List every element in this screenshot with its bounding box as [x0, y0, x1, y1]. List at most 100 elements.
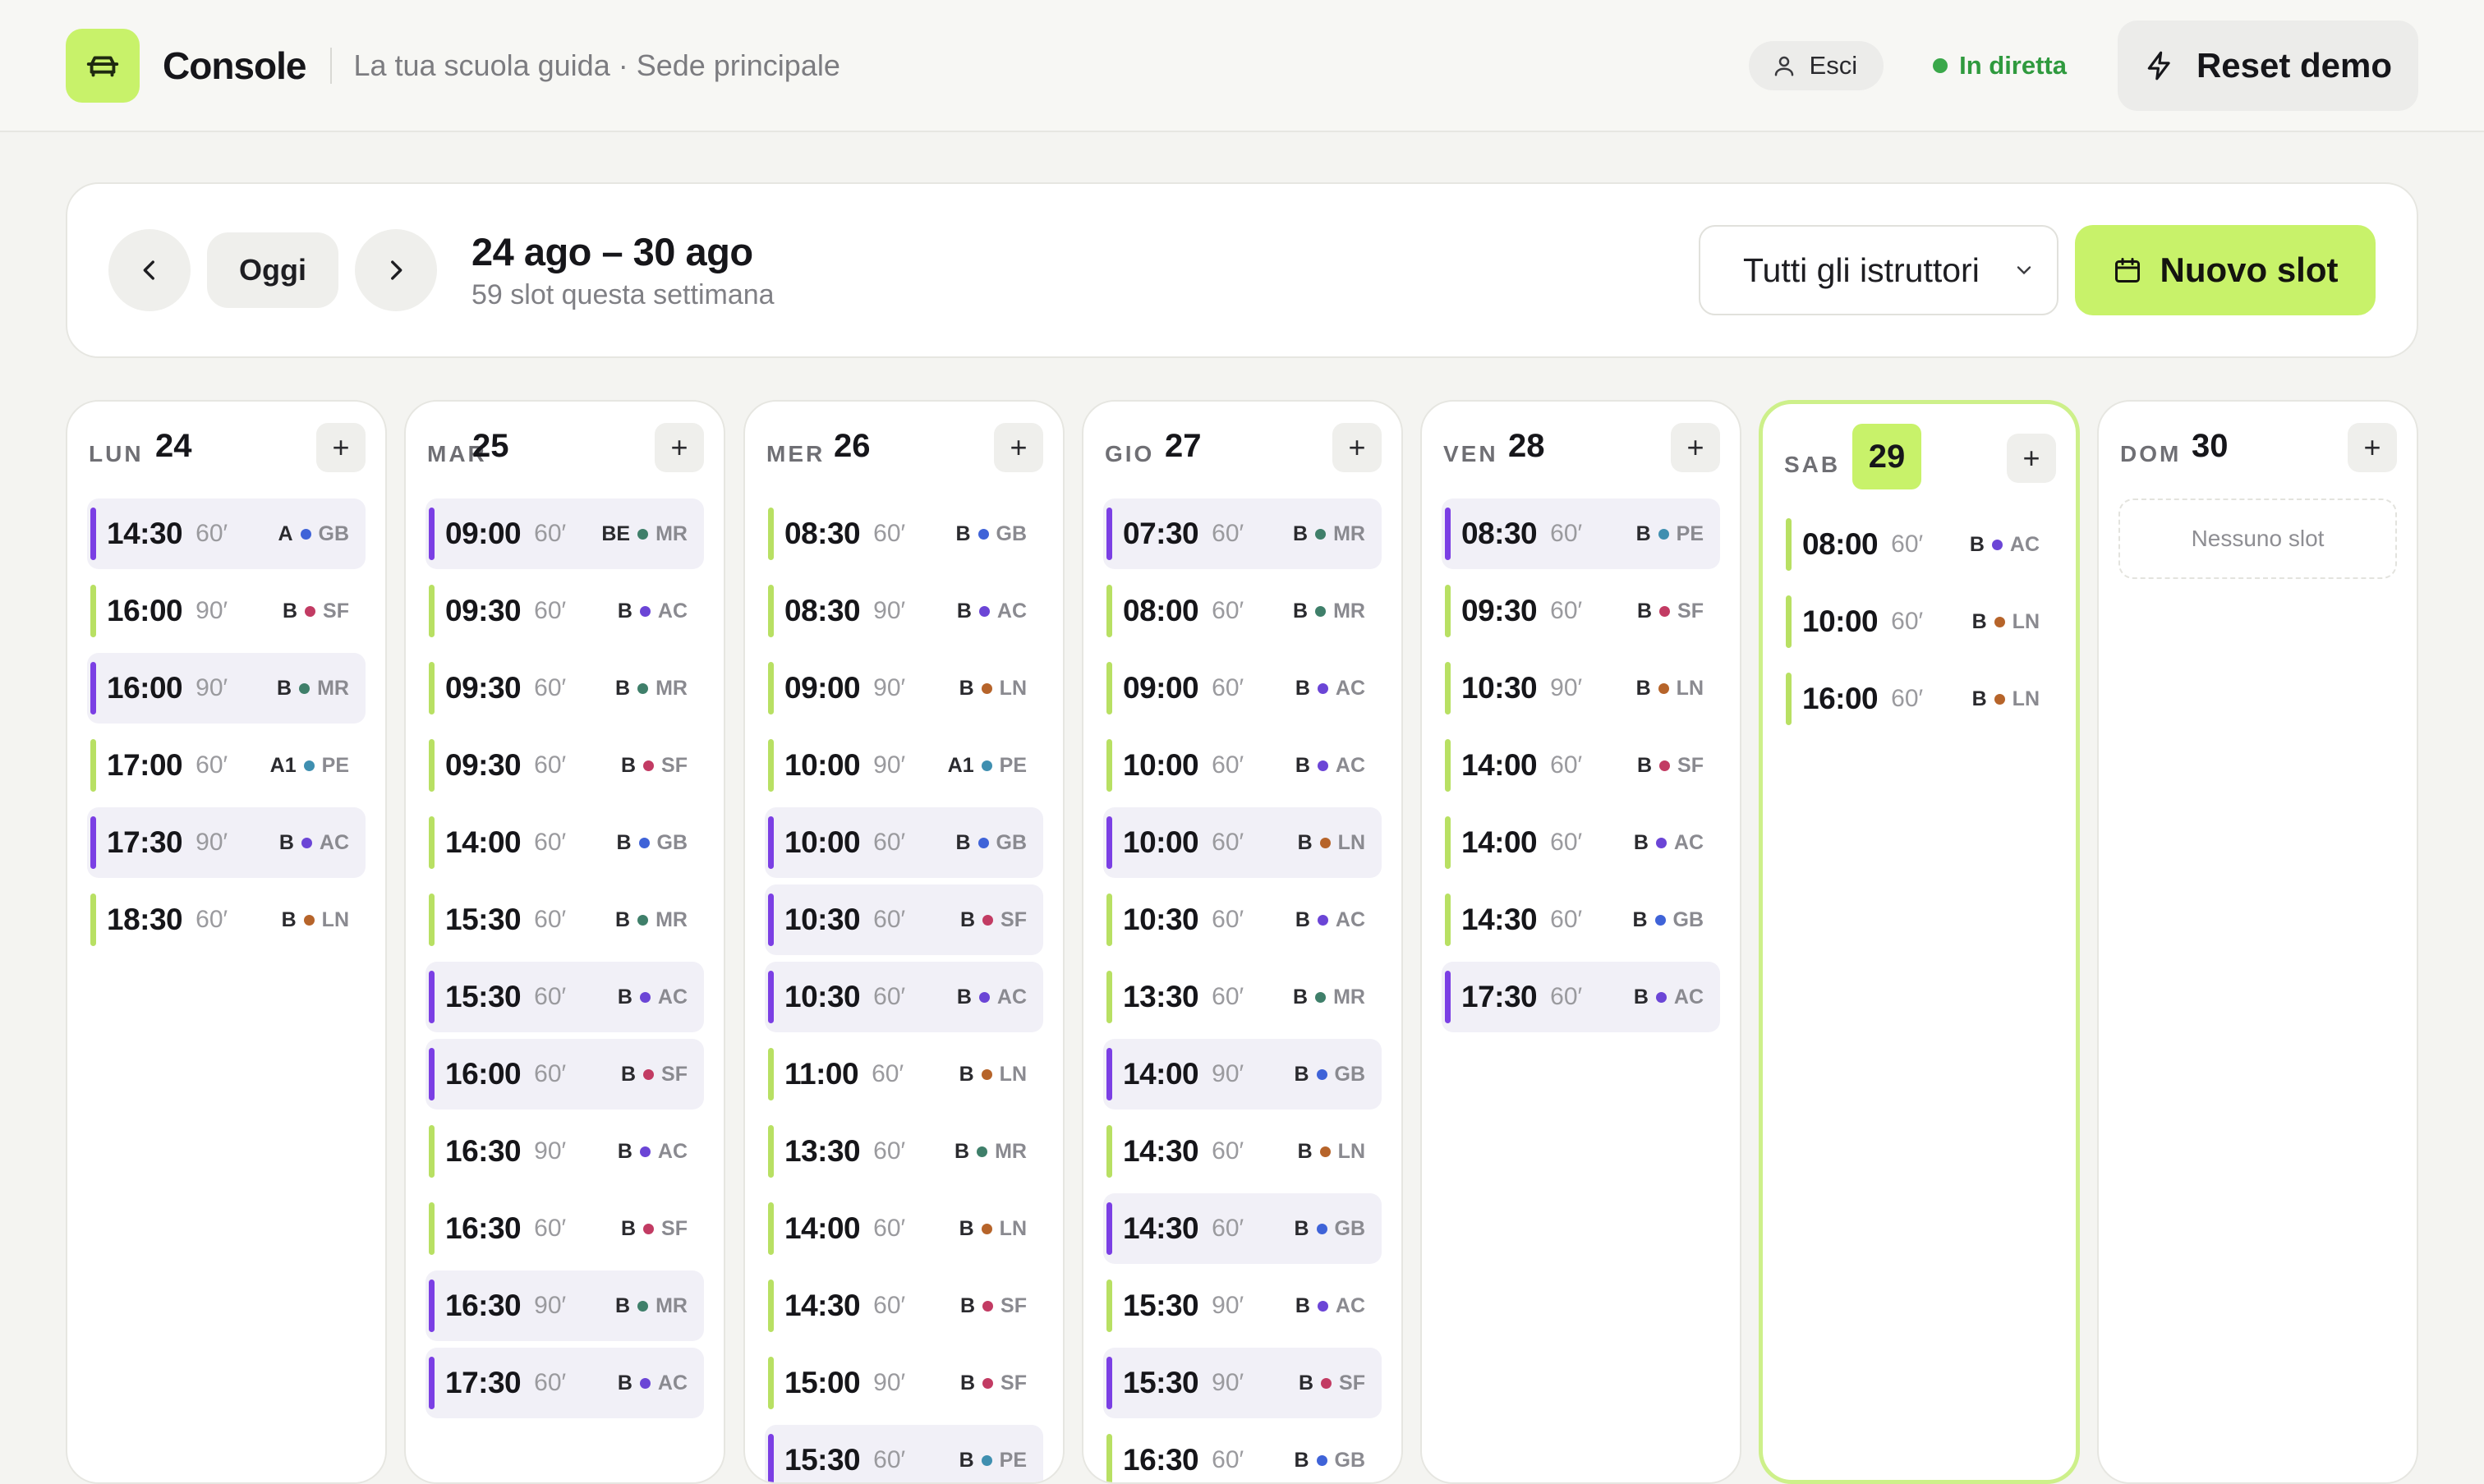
free-slot[interactable]: 08:00 60′ B AC	[1782, 509, 2056, 580]
slot-time: 10:00	[1802, 604, 1879, 638]
free-slot[interactable]: 10:30 60′ B AC	[1103, 884, 1382, 955]
booked-slot[interactable]: 09:00 60′ BE MR	[426, 498, 704, 569]
license-category: B	[1294, 1216, 1309, 1240]
booked-slot[interactable]: 15:30 60′ B AC	[426, 962, 704, 1032]
day-name: SAB	[1784, 452, 1841, 477]
instructor-initials: AC	[657, 1371, 688, 1394]
free-slot[interactable]: 09:30 60′ B AC	[426, 576, 704, 646]
instructor-initials: AC	[657, 599, 688, 623]
free-slot[interactable]: 08:30 90′ B AC	[765, 576, 1043, 646]
booked-slot[interactable]: 16:00 90′ B MR	[87, 653, 366, 724]
booked-slot[interactable]: 16:30 90′ B MR	[426, 1270, 704, 1341]
instructor-dot-icon	[299, 682, 310, 694]
add-slot-button[interactable]: +	[316, 423, 366, 472]
prev-week-button[interactable]	[108, 229, 191, 311]
free-slot[interactable]: 14:00 60′ B AC	[1442, 807, 1720, 878]
free-slot[interactable]: 09:30 60′ B SF	[426, 730, 704, 801]
add-slot-button[interactable]: +	[655, 423, 704, 472]
booked-slot[interactable]: 15:30 60′ B PE	[765, 1425, 1043, 1482]
slot-status-bar	[429, 662, 435, 714]
instructor-initials: SF	[1000, 1293, 1027, 1317]
instructor-initials: PE	[1676, 521, 1704, 545]
slot-time: 16:00	[107, 594, 183, 627]
booked-slot[interactable]: 15:30 90′ B SF	[1103, 1348, 1382, 1418]
license-category: B	[959, 907, 976, 931]
free-slot[interactable]: 13:30 60′ B MR	[765, 1116, 1043, 1187]
booked-slot[interactable]: 17:30 90′ B AC	[87, 807, 366, 878]
free-slot[interactable]: 16:00 60′ B LN	[1782, 664, 2056, 734]
new-slot-button[interactable]: Nuovo slot	[2075, 225, 2376, 315]
free-slot[interactable]: 14:00 60′ B LN	[765, 1193, 1043, 1264]
free-slot[interactable]: 18:30 60′ B LN	[87, 884, 366, 955]
free-slot[interactable]: 15:30 60′ B MR	[426, 884, 704, 955]
add-slot-button[interactable]: +	[1671, 423, 1720, 472]
license-category: B	[620, 1062, 637, 1086]
booked-slot[interactable]: 10:00 60′ B LN	[1103, 807, 1382, 878]
free-slot[interactable]: 11:00 60′ B LN	[765, 1039, 1043, 1110]
free-slot[interactable]: 15:30 90′ B AC	[1103, 1270, 1382, 1341]
free-slot[interactable]: 10:30 90′ B LN	[1442, 653, 1720, 724]
free-slot[interactable]: 13:30 60′ B MR	[1103, 962, 1382, 1032]
slot-time: 14:00	[1461, 748, 1538, 782]
free-slot[interactable]: 17:00 60′ A1 PE	[87, 730, 366, 801]
add-slot-button[interactable]: +	[2348, 423, 2397, 472]
booked-slot[interactable]: 07:30 60′ B MR	[1103, 498, 1382, 569]
slot-status-bar	[429, 1048, 435, 1100]
instructor-dot-icon	[637, 914, 649, 926]
slot-duration: 60′	[1212, 520, 1244, 547]
booked-slot[interactable]: 10:30 60′ B SF	[765, 884, 1043, 955]
instructor-initials: SF	[661, 753, 688, 777]
free-slot[interactable]: 10:00 60′ B LN	[1782, 586, 2056, 657]
free-slot[interactable]: 08:30 60′ B GB	[765, 498, 1043, 569]
booked-slot[interactable]: 17:30 60′ B AC	[426, 1348, 704, 1418]
day-header: MER 26 +	[745, 402, 1063, 498]
license-category: B	[620, 1216, 637, 1240]
free-slot[interactable]: 10:00 90′ A1 PE	[765, 730, 1043, 801]
booked-slot[interactable]: 14:00 90′ B GB	[1103, 1039, 1382, 1110]
add-slot-button[interactable]: +	[1332, 423, 1382, 472]
free-slot[interactable]: 16:00 90′ B SF	[87, 576, 366, 646]
today-button[interactable]: Oggi	[207, 232, 338, 308]
instructor-dot-icon	[1659, 760, 1671, 771]
slot-meta: B PE	[1636, 522, 1704, 546]
instructor-select[interactable]: Tutti gli istruttori	[1699, 225, 2058, 315]
free-slot[interactable]: 09:30 60′ B MR	[426, 653, 704, 724]
free-slot[interactable]: 16:30 60′ B GB	[1103, 1425, 1382, 1482]
free-slot[interactable]: 08:00 60′ B MR	[1103, 576, 1382, 646]
booked-slot[interactable]: 16:00 60′ B SF	[426, 1039, 704, 1110]
booked-slot[interactable]: 10:00 60′ B GB	[765, 807, 1043, 878]
top-bar: Console La tua scuola guida · Sede princ…	[0, 0, 2484, 132]
free-slot[interactable]: 14:30 60′ B LN	[1103, 1116, 1382, 1187]
add-slot-button[interactable]: +	[2007, 434, 2056, 483]
free-slot[interactable]: 14:30 60′ B GB	[1442, 884, 1720, 955]
instructor-initials: LN	[999, 676, 1027, 700]
slot-duration: 60′	[872, 1060, 904, 1087]
day-column-lun: LUN 24 +14:30 60′ A GB 16:00 90′ B SF 16:00 90′ B MR 1…	[66, 400, 387, 1484]
empty-day-placeholder: Nessuno slot	[2118, 498, 2397, 579]
add-slot-button[interactable]: +	[994, 423, 1043, 472]
booked-slot[interactable]: 17:30 60′ B AC	[1442, 962, 1720, 1032]
instructor-initials: MR	[656, 907, 688, 931]
free-slot[interactable]: 10:00 60′ B AC	[1103, 730, 1382, 801]
booked-slot[interactable]: 08:30 60′ B PE	[1442, 498, 1720, 569]
free-slot[interactable]: 16:30 60′ B SF	[426, 1193, 704, 1264]
free-slot[interactable]: 09:00 90′ B LN	[765, 653, 1043, 724]
next-week-button[interactable]	[355, 229, 437, 311]
reset-demo-button[interactable]: Reset demo	[2118, 20, 2418, 111]
free-slot[interactable]: 14:30 60′ B SF	[765, 1270, 1043, 1341]
booked-slot[interactable]: 10:30 60′ B AC	[765, 962, 1043, 1032]
logout-button[interactable]: Esci	[1748, 40, 1884, 90]
free-slot[interactable]: 09:00 60′ B AC	[1103, 653, 1382, 724]
free-slot[interactable]: 14:00 60′ B GB	[426, 807, 704, 878]
booked-slot[interactable]: 14:30 60′ A GB	[87, 498, 366, 569]
free-slot[interactable]: 15:00 90′ B SF	[765, 1348, 1043, 1418]
user-icon	[1774, 56, 1793, 76]
free-slot[interactable]: 14:00 60′ B SF	[1442, 730, 1720, 801]
free-slot[interactable]: 09:30 60′ B SF	[1442, 576, 1720, 646]
free-slot[interactable]: 16:30 90′ B AC	[426, 1116, 704, 1187]
instructor-initials: SF	[1000, 1371, 1027, 1394]
slot-status-bar	[1106, 1434, 1112, 1482]
booked-slot[interactable]: 14:30 60′ B GB	[1103, 1193, 1382, 1264]
slot-duration: 60′	[196, 520, 228, 547]
instructor-dot-icon	[1317, 1300, 1328, 1312]
